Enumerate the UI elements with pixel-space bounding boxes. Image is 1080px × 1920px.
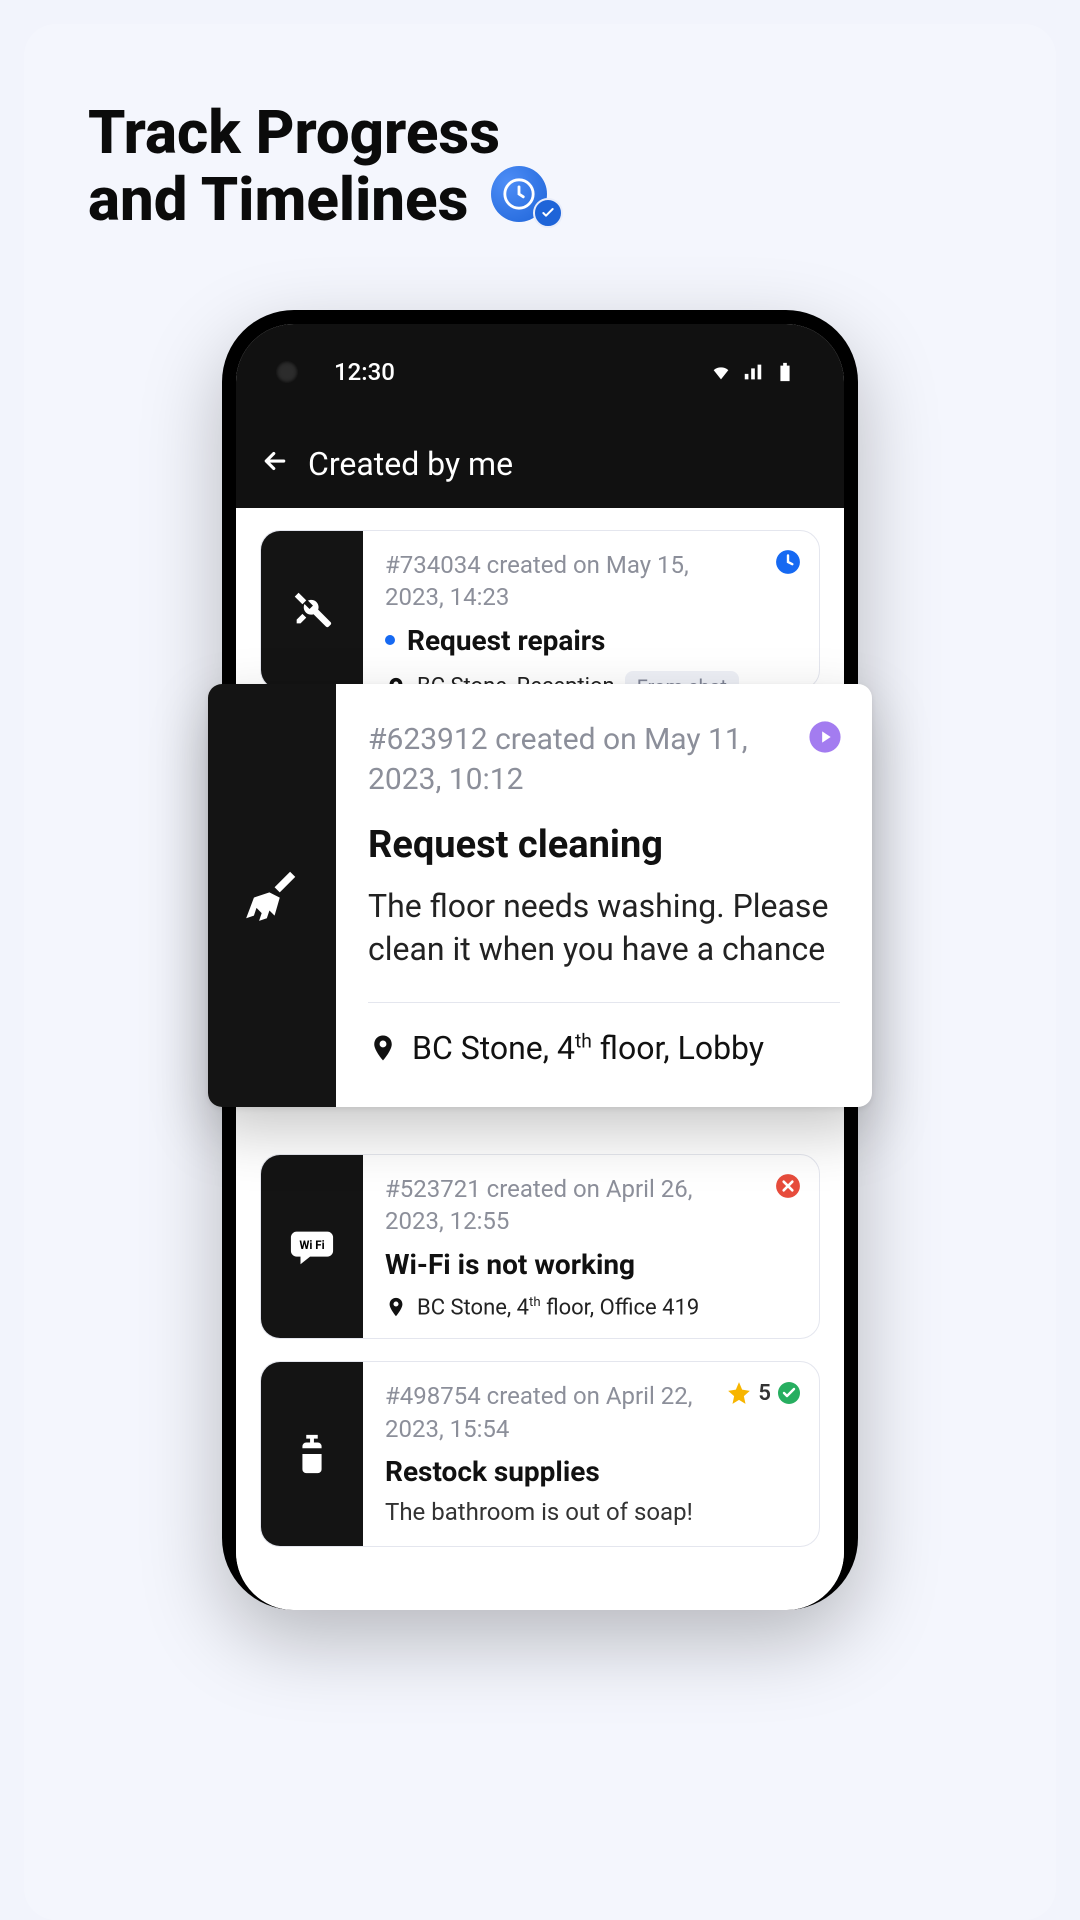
heading-line-1: Track Progress bbox=[88, 97, 500, 168]
battery-icon bbox=[774, 361, 796, 383]
wifi-icon bbox=[710, 361, 732, 383]
ticket-location: BC Stone, 4th floor, Lobby bbox=[412, 1029, 764, 1067]
heading-line-2: and Timelines bbox=[88, 164, 468, 235]
ticket-description: The bathroom is out of soap! bbox=[385, 1496, 797, 1528]
ticket-title: Wi-Fi is not working bbox=[385, 1248, 635, 1281]
status-time: 12:30 bbox=[334, 358, 395, 386]
tools-icon bbox=[261, 531, 363, 689]
ticket-description: The floor needs washing. Please clean it… bbox=[368, 885, 840, 971]
ticket-card-expanded[interactable]: #623912 created on May 11, 2023, 10:12 R… bbox=[208, 684, 872, 1107]
ticket-location: BC Stone, 4th floor, Office 419 bbox=[417, 1295, 699, 1320]
star-icon bbox=[726, 1380, 752, 1406]
done-status-icon bbox=[777, 1381, 801, 1405]
signal-icon bbox=[742, 361, 764, 383]
back-button[interactable] bbox=[260, 446, 290, 482]
ticket-title: Request repairs bbox=[407, 624, 605, 657]
ticket-meta: #623912 created on May 11, 2023, 10:12 bbox=[368, 720, 840, 799]
ticket-title: Request cleaning bbox=[368, 823, 840, 867]
ticket-meta: #523721 created on April 26, 2023, 12:55 bbox=[385, 1173, 797, 1238]
rating-value: 5 bbox=[758, 1381, 771, 1406]
ticket-meta: #734034 created on May 15, 2023, 14:23 bbox=[385, 549, 797, 614]
play-status-icon bbox=[808, 720, 842, 754]
ticket-card[interactable]: #734034 created on May 15, 2023, 14:23 R… bbox=[260, 530, 820, 690]
soap-icon bbox=[261, 1362, 363, 1546]
divider bbox=[368, 1002, 840, 1003]
clock-status-icon bbox=[775, 549, 801, 575]
app-bar: Created by me bbox=[236, 420, 844, 508]
svg-text:Wi Fi: Wi Fi bbox=[299, 1237, 324, 1251]
rating-badge: 5 bbox=[726, 1380, 801, 1406]
status-bar: 12:30 bbox=[236, 324, 844, 420]
broom-icon bbox=[208, 684, 336, 1107]
unread-dot-icon bbox=[385, 635, 395, 645]
status-icons bbox=[710, 361, 796, 383]
app-bar-title: Created by me bbox=[308, 445, 513, 483]
wifi-bubble-icon: Wi Fi bbox=[261, 1155, 363, 1338]
page-heading: Track Progress and Timelines bbox=[88, 100, 563, 233]
clock-check-icon bbox=[491, 166, 563, 228]
ticket-card[interactable]: Wi Fi #523721 created on April 26, 2023,… bbox=[260, 1154, 820, 1339]
cancel-status-icon bbox=[775, 1173, 801, 1199]
ticket-title: Restock supplies bbox=[385, 1455, 600, 1488]
location-pin-icon bbox=[368, 1033, 398, 1063]
location-pin-icon bbox=[385, 1296, 407, 1318]
ticket-card[interactable]: #498754 created on April 22, 2023, 15:54… bbox=[260, 1361, 820, 1547]
camera-dot bbox=[276, 361, 298, 383]
